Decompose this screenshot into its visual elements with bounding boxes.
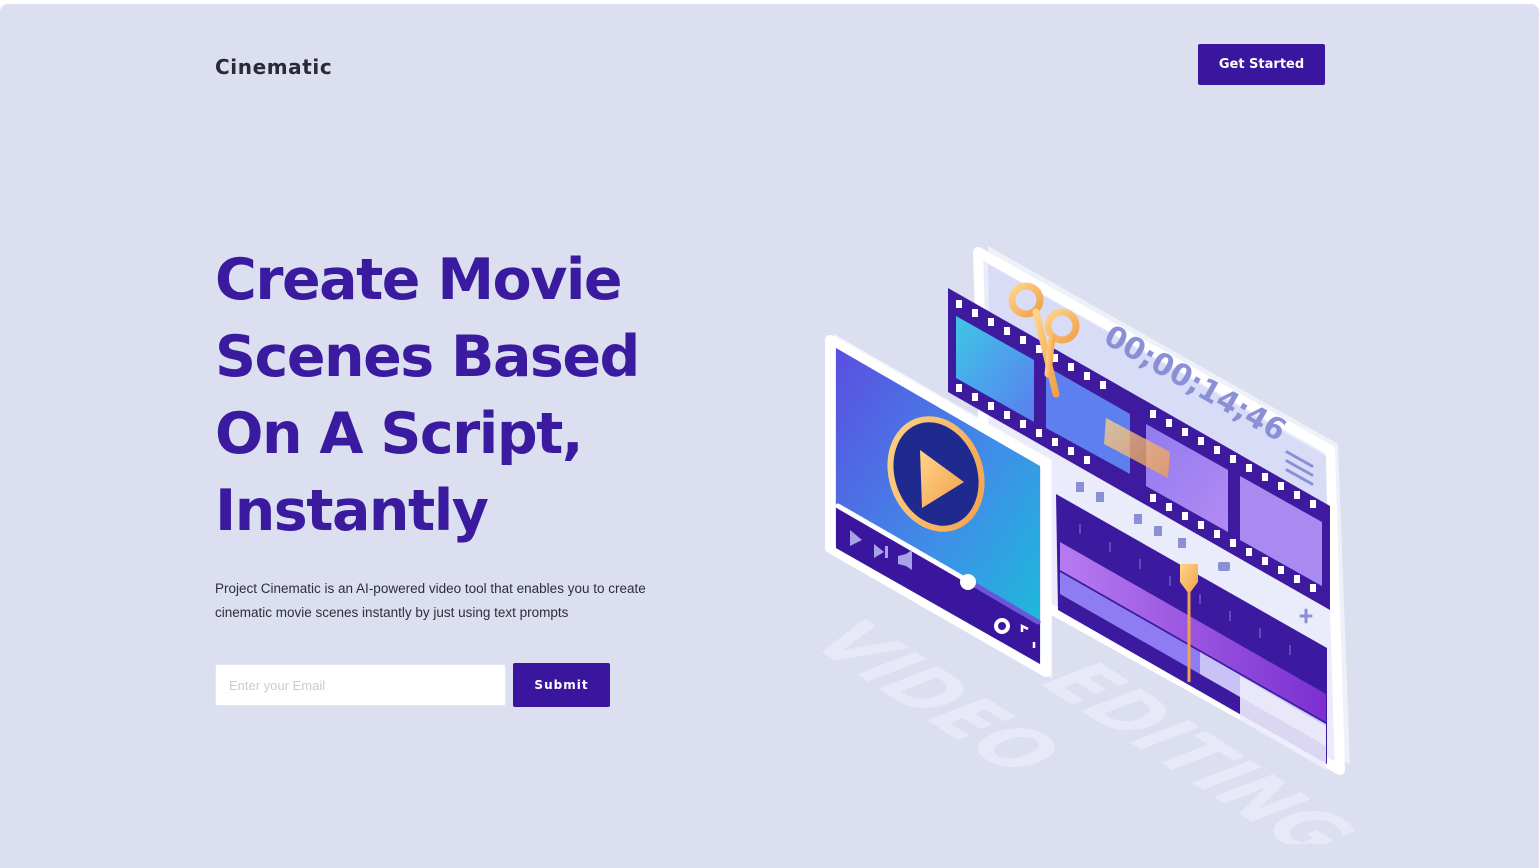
hero-title-line: Create Movie [215,247,623,313]
hero-title: Create Movie Scenes Based On A Script, I… [215,242,775,550]
email-input[interactable] [215,664,506,706]
page-frame: Cinematic Get Started Create Movie Scene… [0,4,1539,868]
hero-title-line: Instantly [215,478,489,544]
hero-title-line: Scenes Based [215,324,640,390]
get-started-button[interactable]: Get Started [1198,44,1325,85]
hero-description-line: cinematic movie scenes instantly by just… [215,605,569,620]
submit-button[interactable]: Submit [513,663,610,707]
brand-logo[interactable]: Cinematic [215,55,332,79]
hero-title-line: On A Script, [215,401,584,467]
hero-description-line: Project Cinematic is an AI-powered video… [215,581,646,596]
video-editing-illustration: VIDEO EDITING 00;00;14;46 [793,246,1374,844]
hero-description: Project Cinematic is an AI-powered video… [215,577,685,625]
